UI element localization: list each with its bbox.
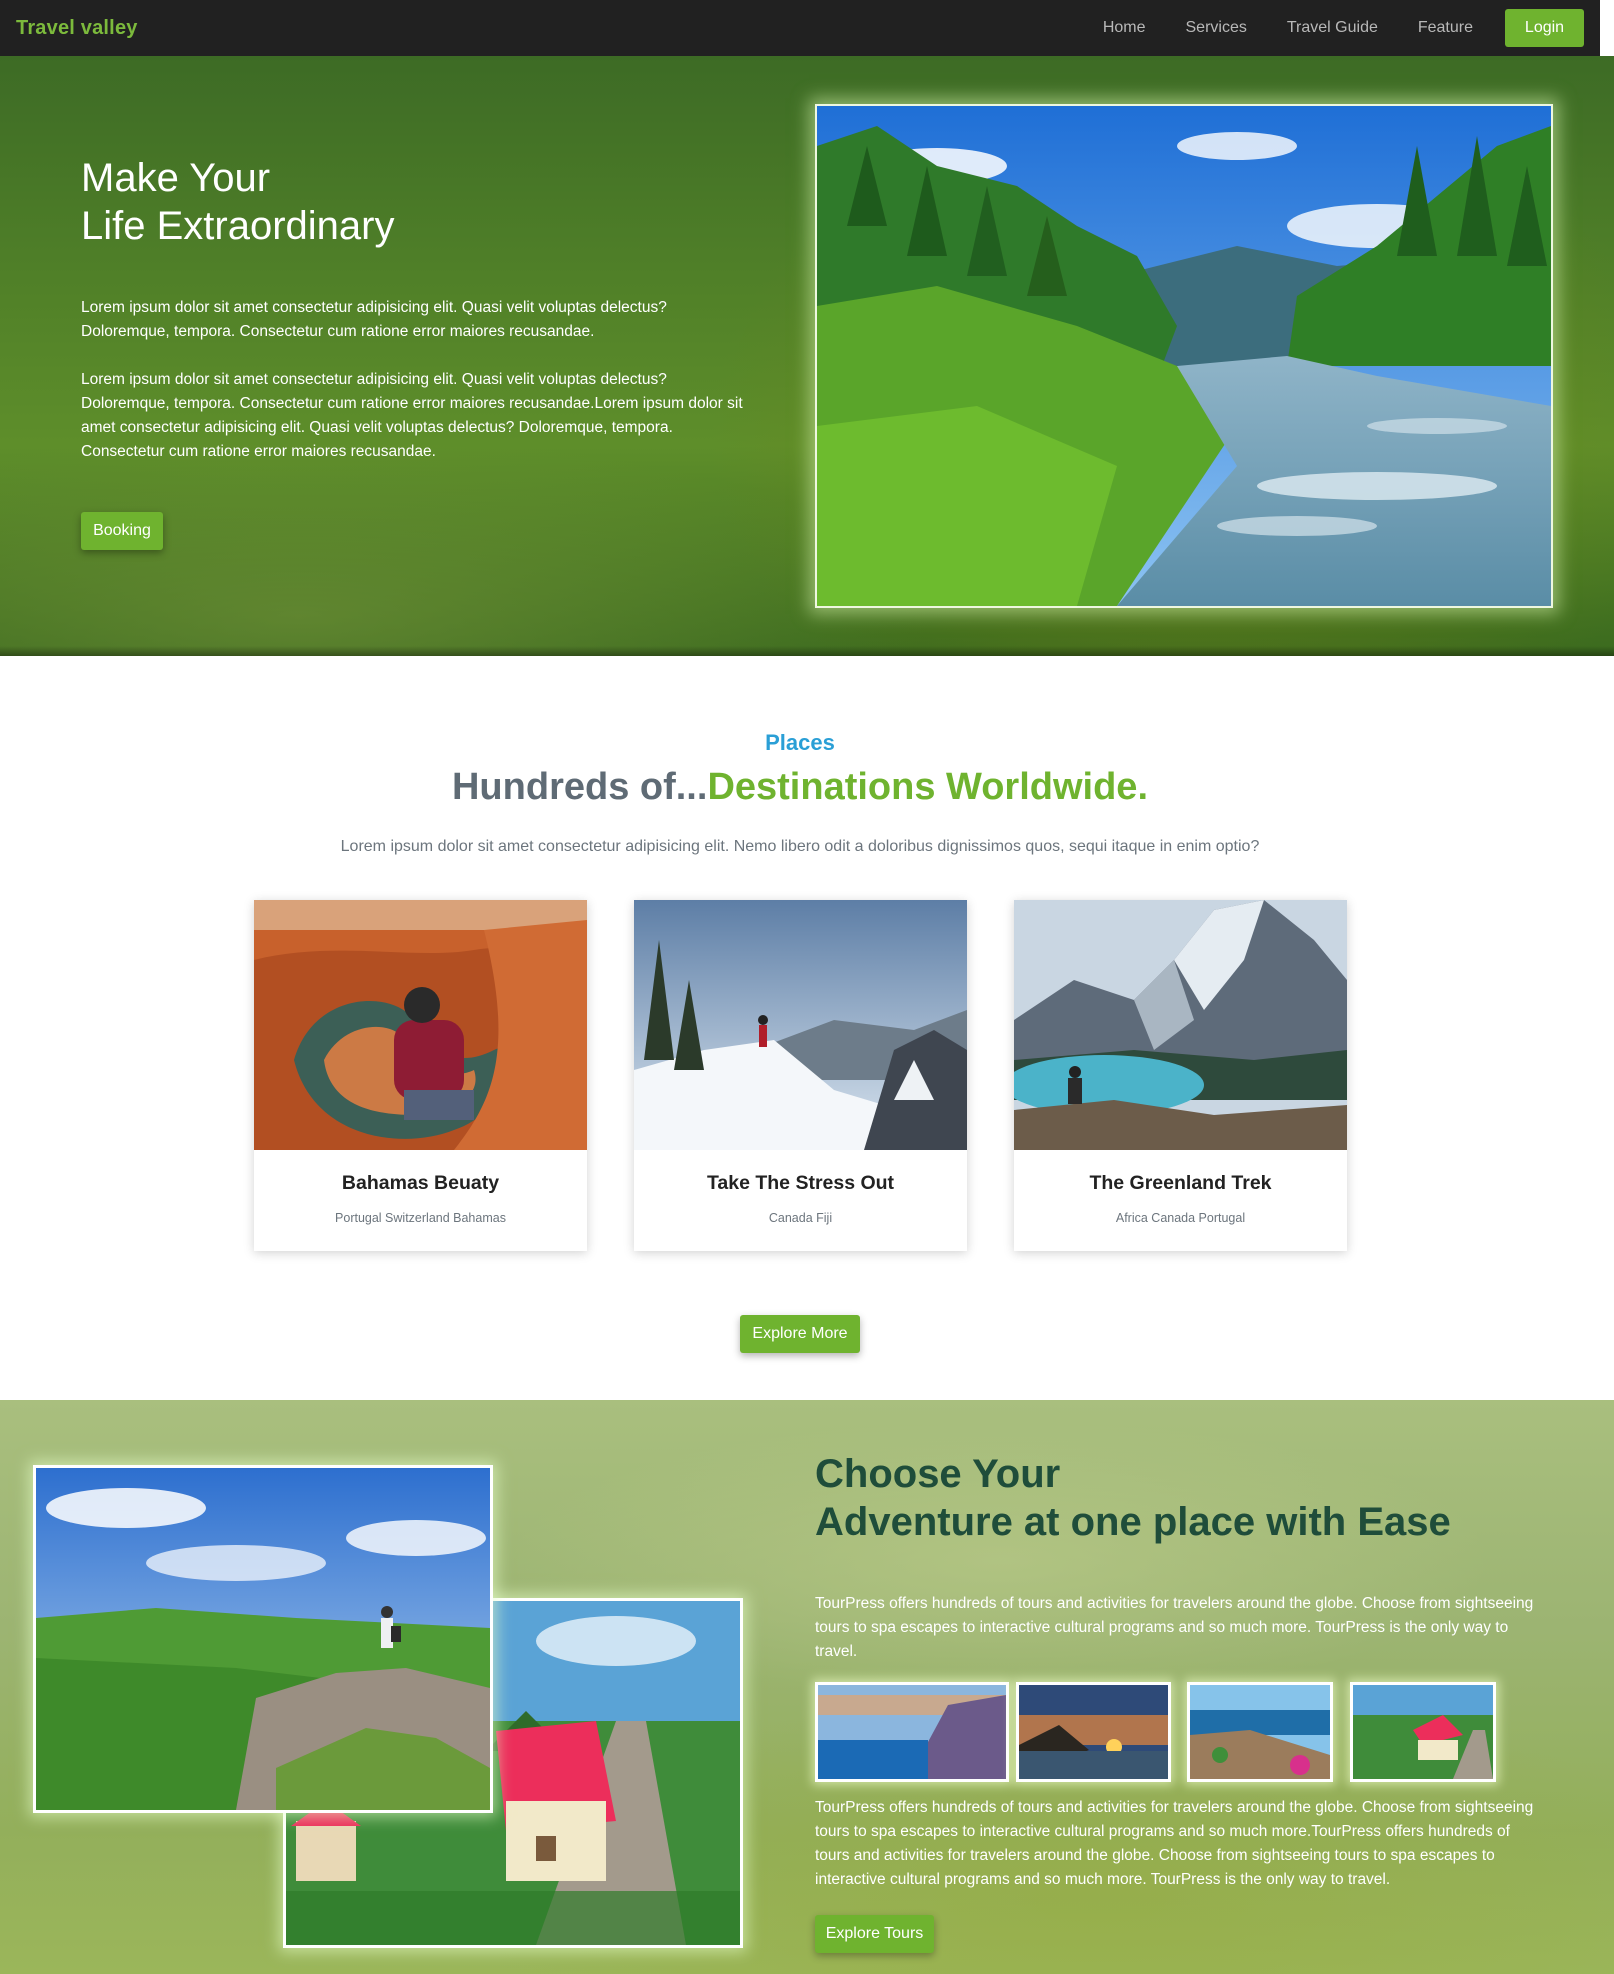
adventure-title-line2: Adventure at one place with Ease — [815, 1500, 1451, 1544]
cliff-valley-illustration — [36, 1468, 490, 1810]
booking-button[interactable]: Booking — [81, 512, 163, 550]
adventure-thumbnail[interactable] — [1016, 1682, 1171, 1782]
nav-link-feature[interactable]: Feature — [1418, 19, 1473, 37]
card-image-snow — [634, 900, 967, 1150]
card-image-lake — [1014, 900, 1347, 1150]
adventure-thumbnail[interactable] — [1350, 1682, 1496, 1782]
places-title-plain: Hundreds of... — [451, 766, 708, 808]
login-button[interactable]: Login — [1505, 9, 1584, 47]
nav-link-home[interactable]: Home — [1103, 19, 1146, 37]
coastal-town-thumbnail — [818, 1685, 1006, 1779]
card-title: The Greenland Trek — [1089, 1172, 1272, 1194]
adventure-title-line1: Choose Your — [815, 1452, 1061, 1496]
nav-link-travel-guide[interactable]: Travel Guide — [1287, 19, 1378, 37]
snow-mountain-illustration — [634, 900, 967, 1150]
places-lead-text: Lorem ipsum dolor sit amet consectetur a… — [340, 838, 1260, 855]
hero-title-line1: Make Your — [81, 156, 271, 200]
nav-link-services[interactable]: Services — [1186, 19, 1247, 37]
hero-title-line2: Life Extraordinary — [81, 204, 395, 248]
hero-river-image — [815, 104, 1553, 608]
places-title-accent: Destinations Worldwide. — [707, 766, 1148, 808]
destination-card[interactable]: Bahamas Beuaty Portugal Switzerland Baha… — [254, 900, 587, 1251]
page-edge — [1600, 0, 1614, 56]
card-title: Take The Stress Out — [706, 1172, 895, 1194]
destination-card[interactable]: Take The Stress Out Canada Fiji — [634, 900, 967, 1251]
card-locations: Portugal Switzerland Bahamas — [335, 1211, 506, 1225]
village-thumbnail — [1353, 1685, 1493, 1779]
adventure-title: Choose Your Adventure at one place with … — [815, 1450, 1451, 1546]
places-title: Hundreds of...Destinations Worldwide. — [0, 766, 1600, 809]
hero-paragraph-1: Lorem ipsum dolor sit amet consectetur a… — [81, 299, 667, 340]
places-subtitle: Places — [765, 730, 835, 755]
adventure-thumbnail[interactable] — [815, 1682, 1009, 1782]
card-locations: Canada Fiji — [768, 1211, 833, 1225]
adventure-paragraph-2: TourPress offers hundreds of tours and a… — [815, 1799, 1534, 1888]
adventure-section: Choose Your Adventure at one place with … — [0, 1400, 1614, 1974]
mountain-lake-illustration — [1014, 900, 1347, 1150]
hero-paragraph-2: Lorem ipsum dolor sit amet consectetur a… — [81, 371, 743, 460]
brand-logo-link[interactable]: Travel valley — [16, 17, 138, 40]
flower-coast-thumbnail — [1190, 1685, 1330, 1779]
nav-links: Home Services Travel Guide Feature Login — [1063, 9, 1584, 47]
explore-tours-button[interactable]: Explore Tours — [815, 1915, 934, 1953]
hero-title: Make Your Life Extraordinary — [81, 154, 394, 250]
navbar: Travel valley Home Services Travel Guide… — [0, 0, 1600, 56]
card-title: Bahamas Beuaty — [341, 1172, 500, 1194]
hero-section: Make Your Life Extraordinary Lorem ipsum… — [0, 56, 1614, 656]
adventure-paragraph-1: TourPress offers hundreds of tours and a… — [815, 1595, 1534, 1660]
adventure-cliff-image — [33, 1465, 493, 1813]
card-locations: Africa Canada Portugal — [1115, 1211, 1246, 1225]
destination-card[interactable]: The Greenland Trek Africa Canada Portuga… — [1014, 900, 1347, 1251]
river-forest-illustration — [817, 106, 1551, 606]
canyon-illustration — [254, 900, 587, 1150]
adventure-thumbnail[interactable] — [1187, 1682, 1333, 1782]
explore-more-button[interactable]: Explore More — [740, 1315, 860, 1353]
sunset-beach-thumbnail — [1019, 1685, 1168, 1779]
card-image-canyon — [254, 900, 587, 1150]
